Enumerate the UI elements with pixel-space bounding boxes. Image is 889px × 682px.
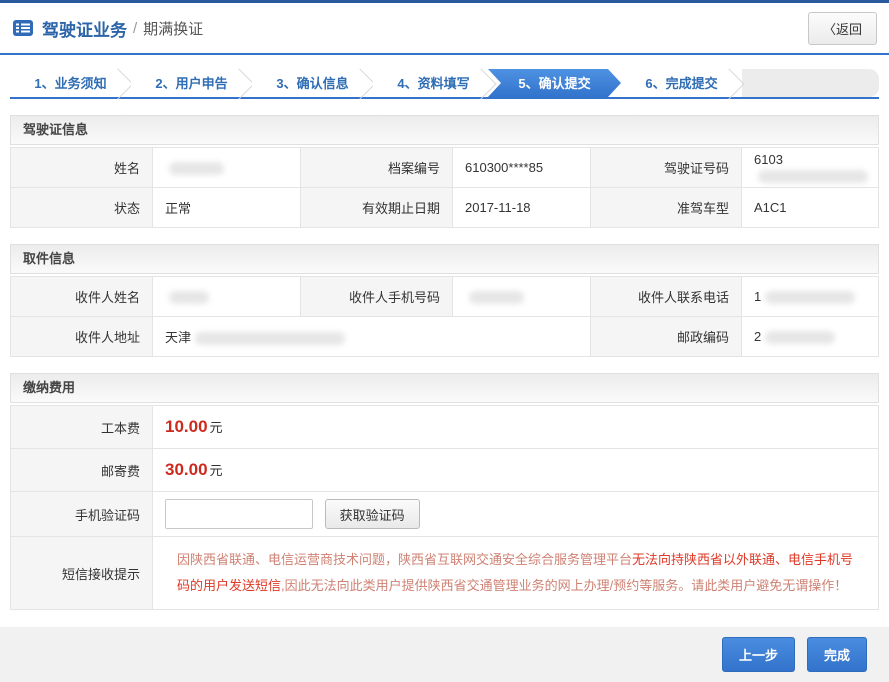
redacted-name: [169, 162, 224, 175]
vehicle-class-value: A1C1: [742, 188, 879, 228]
redacted-phone: [765, 291, 855, 304]
mailing-fee-value: 30.00元: [153, 449, 879, 492]
fees-table: 工本费 10.00元 邮寄费 30.00元 手机验证码 获取验证码 短信接收提示…: [10, 405, 879, 610]
redacted-mobile: [469, 291, 524, 304]
section-pickup-info: 取件信息 收件人姓名 收件人手机号码 收件人联系电话 1 收件人地址 天津 邮政…: [10, 244, 879, 357]
license-no-value: 6103: [742, 148, 879, 188]
previous-step-button[interactable]: 上一步: [722, 637, 795, 672]
sms-code-input[interactable]: [165, 499, 313, 529]
expiry-label: 有效期止日期: [301, 188, 453, 228]
table-row: 手机验证码 获取验证码: [11, 492, 879, 537]
section-title-license: 驾驶证信息: [10, 115, 879, 145]
step-nav: 1、业务须知 2、用户申告 3、确认信息 4、资料填写 5、确认提交 6、完成提…: [10, 69, 879, 99]
license-no-label: 驾驶证号码: [591, 148, 742, 188]
recipient-mobile-label: 收件人手机号码: [301, 277, 453, 317]
get-sms-code-button[interactable]: 获取验证码: [325, 499, 420, 529]
sms-code-label: 手机验证码: [11, 492, 153, 537]
breadcrumb-separator: /: [133, 20, 137, 37]
table-row: 收件人姓名 收件人手机号码 收件人联系电话 1: [11, 277, 879, 317]
table-row: 邮寄费 30.00元: [11, 449, 879, 492]
sms-code-cell: 获取验证码: [153, 492, 879, 537]
redacted-postcode: [765, 331, 835, 344]
recipient-name-label: 收件人姓名: [11, 277, 153, 317]
sms-notice-text: 因陕西省联通、电信运营商技术问题，陕西省互联网交通安全综合服务管理平台无法向持陕…: [165, 537, 878, 609]
step-2-user-declaration: 2、用户申告: [131, 69, 252, 97]
table-row: 收件人地址 天津 邮政编码 2: [11, 317, 879, 357]
section-fees: 缴纳费用 工本费 10.00元 邮寄费 30.00元 手机验证码 获取验证码 短…: [10, 373, 879, 610]
production-fee-label: 工本费: [11, 406, 153, 449]
step-4-fill-materials: 4、资料填写: [373, 69, 494, 97]
status-label: 状态: [11, 188, 153, 228]
back-button[interactable]: 〈返回: [808, 12, 877, 45]
recipient-mobile-value: [453, 277, 591, 317]
redacted-recipient-name: [169, 291, 209, 304]
license-business-icon: [12, 19, 34, 37]
name-value: [153, 148, 301, 188]
vehicle-class-label: 准驾车型: [591, 188, 742, 228]
postcode-label: 邮政编码: [591, 317, 742, 357]
step-5-confirm-submit: 5、确认提交: [488, 69, 621, 97]
step-6-complete-submit: 6、完成提交: [621, 69, 742, 97]
mailing-fee-label: 邮寄费: [11, 449, 153, 492]
sms-notice-cell: 因陕西省联通、电信运营商技术问题，陕西省互联网交通安全综合服务管理平台无法向持陕…: [153, 537, 879, 610]
redacted-license-no: [758, 170, 868, 183]
section-title-pickup: 取件信息: [10, 244, 879, 274]
file-no-value: 610300****85: [453, 148, 591, 188]
section-license-info: 驾驶证信息 姓名 档案编号 610300****85 驾驶证号码 6103 状态…: [10, 115, 879, 228]
step-1-business-notice: 1、业务须知: [10, 69, 131, 97]
production-fee-value: 10.00元: [153, 406, 879, 449]
breadcrumb-current: 期满换证: [143, 18, 203, 39]
recipient-phone-value: 1: [742, 277, 879, 317]
table-row: 工本费 10.00元: [11, 406, 879, 449]
page-title: 驾驶证业务: [42, 16, 127, 41]
step-3-confirm-info: 3、确认信息: [252, 69, 373, 97]
page: 驾驶证业务 / 期满换证 〈返回 1、业务须知 2、用户申告 3、确认信息 4、…: [0, 0, 889, 682]
expiry-value: 2017-11-18: [453, 188, 591, 228]
footer-bar: 上一步 完成: [0, 627, 889, 682]
sms-notice-label: 短信接收提示: [11, 537, 153, 610]
header: 驾驶证业务 / 期满换证 〈返回: [0, 3, 889, 55]
redacted-address: [195, 332, 345, 345]
step-nav-filler: [742, 69, 879, 97]
section-title-fees: 缴纳费用: [10, 373, 879, 403]
table-row: 状态 正常 有效期止日期 2017-11-18 准驾车型 A1C1: [11, 188, 879, 228]
finish-button[interactable]: 完成: [807, 637, 867, 672]
table-row: 姓名 档案编号 610300****85 驾驶证号码 6103: [11, 148, 879, 188]
table-row: 短信接收提示 因陕西省联通、电信运营商技术问题，陕西省互联网交通安全综合服务管理…: [11, 537, 879, 610]
status-value: 正常: [153, 188, 301, 228]
recipient-phone-label: 收件人联系电话: [591, 277, 742, 317]
pickup-info-table: 收件人姓名 收件人手机号码 收件人联系电话 1 收件人地址 天津 邮政编码 2: [10, 276, 879, 357]
license-info-table: 姓名 档案编号 610300****85 驾驶证号码 6103 状态 正常 有效…: [10, 147, 879, 228]
name-label: 姓名: [11, 148, 153, 188]
recipient-name-value: [153, 277, 301, 317]
recipient-address-value: 天津: [153, 317, 591, 357]
file-no-label: 档案编号: [301, 148, 453, 188]
recipient-address-label: 收件人地址: [11, 317, 153, 357]
postcode-value: 2: [742, 317, 879, 357]
